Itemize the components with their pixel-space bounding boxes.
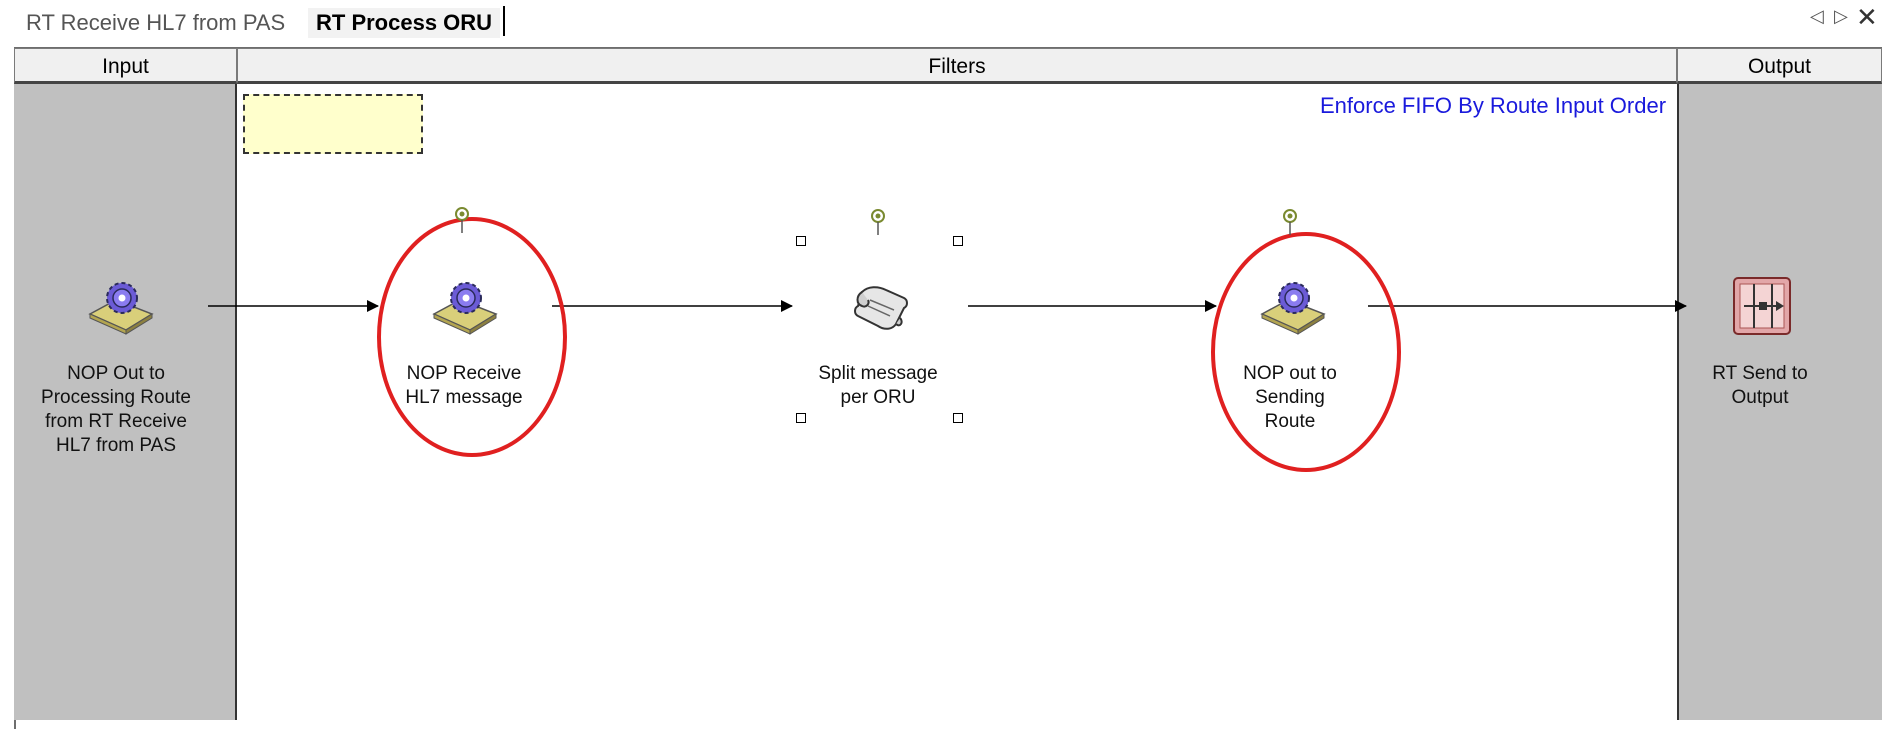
connection-anchor-filter3[interactable]: [1282, 208, 1298, 236]
selection-handle-bottom-right[interactable]: [953, 413, 963, 423]
node-label: NOP out to Sending Route: [1243, 363, 1337, 432]
gear-package-icon: [432, 282, 498, 335]
highlight-ellipse-filter3: [1211, 232, 1401, 472]
node-label: Split message per ORU: [818, 363, 938, 408]
flow-connectors: [208, 217, 1687, 472]
send-output-icon: [1733, 277, 1791, 335]
node-label: NOP Receive HL7 message: [405, 363, 523, 408]
scroll-icon: [854, 286, 908, 330]
selection-handle-top-left[interactable]: [796, 236, 806, 246]
node-label: RT Send to Output: [1712, 363, 1808, 408]
gear-package-icon: [1260, 282, 1326, 335]
gear-package-icon: [88, 282, 154, 335]
selection-handle-top-right[interactable]: [953, 236, 963, 246]
highlight-ellipse-filter1: [377, 217, 567, 457]
connection-anchor-filter2[interactable]: [870, 208, 886, 236]
node-label: NOP Out to Processing Route from RT Rece…: [41, 363, 191, 456]
connection-anchor-filter1[interactable]: [454, 206, 470, 234]
selection-handle-bottom-left[interactable]: [796, 413, 806, 423]
